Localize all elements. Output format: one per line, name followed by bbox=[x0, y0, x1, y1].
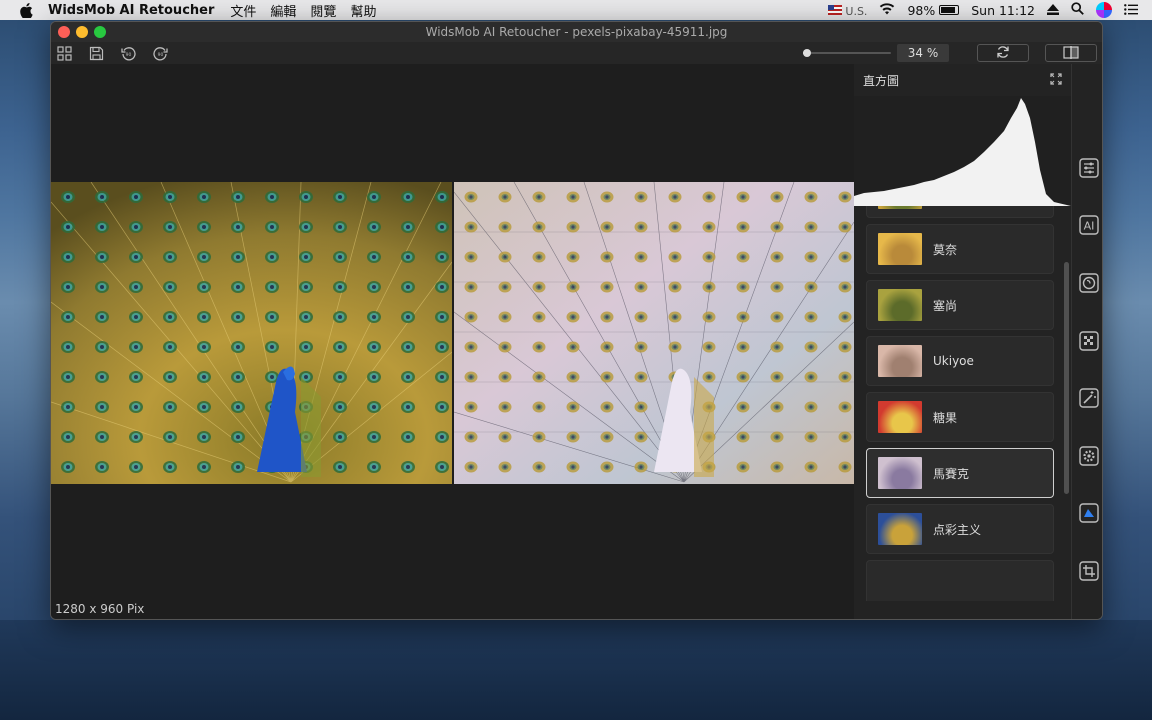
svg-text:AI: AI bbox=[1083, 219, 1094, 232]
image-canvas[interactable] bbox=[51, 64, 854, 600]
refresh-icon bbox=[996, 44, 1010, 63]
battery-icon bbox=[939, 4, 960, 15]
histogram-title: 直方圖 bbox=[863, 73, 900, 88]
original-photo[interactable] bbox=[51, 182, 452, 484]
grid-icon[interactable] bbox=[55, 44, 73, 62]
zoom-track bbox=[803, 52, 891, 54]
spotlight-search-icon[interactable] bbox=[1071, 2, 1084, 18]
filter-label: Ukiyoe bbox=[933, 354, 974, 368]
zoom-knob[interactable] bbox=[803, 49, 811, 57]
title-bar: WidsMob AI Retoucher - pexels-pixabay-45… bbox=[51, 22, 1102, 42]
filter-thumbnail bbox=[878, 289, 922, 321]
filter-label: 糖果 bbox=[933, 410, 958, 425]
menu-edit[interactable]: 編輯 bbox=[270, 1, 296, 20]
style-icon[interactable] bbox=[1078, 502, 1099, 523]
apple-icon[interactable] bbox=[16, 2, 36, 18]
filter-card[interactable]: 塞尚 bbox=[866, 280, 1054, 330]
eject-icon[interactable] bbox=[1047, 3, 1059, 18]
menu-view[interactable]: 閱覽 bbox=[310, 1, 336, 20]
minimize-window-button[interactable] bbox=[76, 26, 88, 38]
right-panel: 直方圖 梵高莫奈塞尚 Ukiyoe 糖果馬賽克点彩主义 bbox=[854, 64, 1071, 619]
save-icon[interactable] bbox=[87, 44, 105, 62]
filter-card[interactable]: 梵高 bbox=[866, 206, 1054, 218]
histogram bbox=[854, 96, 1071, 206]
adjust-icon[interactable] bbox=[1078, 157, 1099, 178]
desktop-background bbox=[0, 620, 1152, 720]
compare-view-button[interactable] bbox=[1045, 44, 1097, 62]
filter-label: 点彩主义 bbox=[933, 522, 982, 537]
status-bar: 1280 x 960 Pix bbox=[51, 598, 854, 619]
reset-button[interactable] bbox=[977, 44, 1029, 62]
style-filter-list[interactable]: 梵高莫奈塞尚 Ukiyoe 糖果馬賽克点彩主义 bbox=[854, 206, 1071, 601]
input-source[interactable]: U.S. bbox=[828, 3, 867, 18]
filter-card[interactable]: 糖果 bbox=[866, 392, 1054, 442]
siri-icon[interactable] bbox=[1096, 2, 1112, 18]
toolbar: 90 90 34 % bbox=[51, 42, 1102, 64]
menu-file[interactable]: 文件 bbox=[230, 1, 256, 20]
enhance-icon[interactable] bbox=[1078, 387, 1099, 408]
maximize-window-button[interactable] bbox=[94, 26, 106, 38]
tool-sidebar: AI bbox=[1071, 64, 1102, 619]
portrait-icon[interactable] bbox=[1078, 272, 1099, 293]
battery-status[interactable]: 98% bbox=[907, 3, 960, 18]
crop-icon[interactable] bbox=[1078, 560, 1099, 581]
filter-card[interactable]: 馬賽克 bbox=[866, 448, 1054, 498]
filter-thumbnail bbox=[878, 457, 922, 489]
window-title: WidsMob AI Retoucher - pexels-pixabay-45… bbox=[425, 25, 728, 39]
histogram-header: 直方圖 bbox=[854, 64, 1071, 96]
filter-thumbnail bbox=[878, 233, 922, 265]
ai-icon[interactable]: AI bbox=[1078, 214, 1099, 235]
notification-center-icon[interactable] bbox=[1124, 3, 1138, 18]
image-dimensions: 1280 x 960 Pix bbox=[55, 601, 145, 616]
filter-list-scrollbar[interactable] bbox=[1064, 262, 1069, 494]
filter-thumbnail bbox=[878, 401, 922, 433]
filter-thumbnail bbox=[878, 513, 922, 545]
settings-icon[interactable] bbox=[1078, 445, 1099, 466]
filter-thumbnail bbox=[878, 345, 922, 377]
svg-text:90: 90 bbox=[125, 52, 131, 58]
app-window: WidsMob AI Retoucher - pexels-pixabay-45… bbox=[50, 21, 1103, 620]
clock[interactable]: Sun 11:12 bbox=[971, 3, 1035, 18]
filter-thumbnail bbox=[878, 206, 922, 209]
filter-card[interactable]: 点彩主义 bbox=[866, 504, 1054, 554]
close-window-button[interactable] bbox=[58, 26, 70, 38]
compare-icon bbox=[1063, 44, 1079, 63]
us-flag-icon bbox=[828, 4, 843, 15]
zoom-slider[interactable] bbox=[803, 46, 891, 60]
filter-label: 莫奈 bbox=[933, 242, 958, 257]
svg-text:90: 90 bbox=[157, 52, 163, 58]
menu-app-name[interactable]: WidsMob AI Retoucher bbox=[48, 3, 214, 18]
rotate-right-icon[interactable]: 90 bbox=[151, 44, 169, 62]
filter-card[interactable]: 莫奈 bbox=[866, 224, 1054, 274]
menu-bar: WidsMob AI Retoucher 文件 編輯 閱覽 幫助 U.S. 98… bbox=[0, 0, 1152, 20]
filter-card-partial[interactable] bbox=[866, 560, 1054, 601]
texture-icon[interactable] bbox=[1078, 330, 1099, 351]
window-controls bbox=[58, 26, 106, 38]
wifi-icon[interactable] bbox=[879, 2, 895, 18]
filter-label: 塞尚 bbox=[933, 298, 958, 313]
styled-photo[interactable] bbox=[454, 182, 854, 484]
expand-icon[interactable] bbox=[1050, 72, 1062, 88]
filter-label: 馬賽克 bbox=[933, 466, 970, 481]
menu-help[interactable]: 幫助 bbox=[350, 1, 376, 20]
filter-card[interactable]: Ukiyoe bbox=[866, 336, 1054, 386]
rotate-left-icon[interactable]: 90 bbox=[119, 44, 137, 62]
zoom-value-field[interactable]: 34 % bbox=[897, 44, 949, 62]
